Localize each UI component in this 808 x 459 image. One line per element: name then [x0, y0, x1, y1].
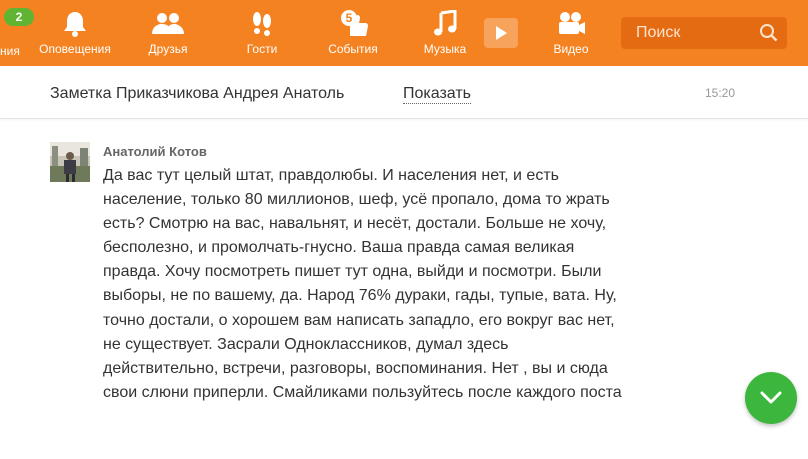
like-events-icon: 5 [333, 6, 373, 42]
nav-label-events: События [328, 42, 378, 56]
search-placeholder: Поиск [636, 24, 681, 41]
chevron-down-icon [760, 391, 782, 404]
video-play-button[interactable] [484, 18, 518, 48]
play-icon [496, 26, 507, 40]
nav-item-friends[interactable]: Друзья [138, 0, 198, 66]
nav-item-cut[interactable]: ния [0, 44, 20, 58]
friends-icon [148, 6, 188, 42]
nav-label-notifications: Оповещения [39, 42, 111, 56]
top-navigation-bar: 2 ния Оповещения Друзья Гости 5 События … [0, 0, 808, 66]
nav-item-notifications[interactable]: Оповещения [37, 0, 113, 66]
note-title[interactable]: Заметка Приказчикова Андрея Анатоль [50, 85, 344, 103]
nav-label-music: Музыка [423, 42, 467, 56]
scroll-down-button[interactable] [745, 372, 797, 424]
badge-count[interactable]: 2 [4, 8, 34, 26]
nav-item-video[interactable]: Видео [541, 0, 601, 66]
show-link[interactable]: Показать [403, 85, 472, 104]
comment-text: Да вас тут целый штат, правдолюбы. И нас… [103, 167, 622, 401]
partial-element-fragment [104, 112, 118, 118]
nav-item-music[interactable]: Музыка [415, 0, 475, 66]
nav-label-video: Видео [553, 42, 589, 56]
music-note-icon [425, 6, 465, 42]
bell-icon [55, 6, 95, 42]
footprints-icon [242, 6, 282, 42]
nav-item-events[interactable]: 5 События [323, 0, 383, 66]
search-icon[interactable] [759, 23, 779, 43]
comment-author[interactable]: Анатолий Котов [103, 144, 207, 159]
note-header-bar: Заметка Приказчикова Андрея Анатоль Пока… [0, 66, 808, 119]
nav-item-guests[interactable]: Гости [232, 0, 292, 66]
events-badge: 5 [341, 10, 357, 26]
nav-label-friends: Друзья [148, 42, 188, 56]
avatar[interactable] [50, 142, 90, 182]
search-box[interactable]: Поиск [621, 17, 787, 49]
video-camera-icon [551, 6, 591, 42]
timestamp: 15:20 [705, 86, 736, 100]
nav-label-guests: Гости [246, 42, 278, 56]
